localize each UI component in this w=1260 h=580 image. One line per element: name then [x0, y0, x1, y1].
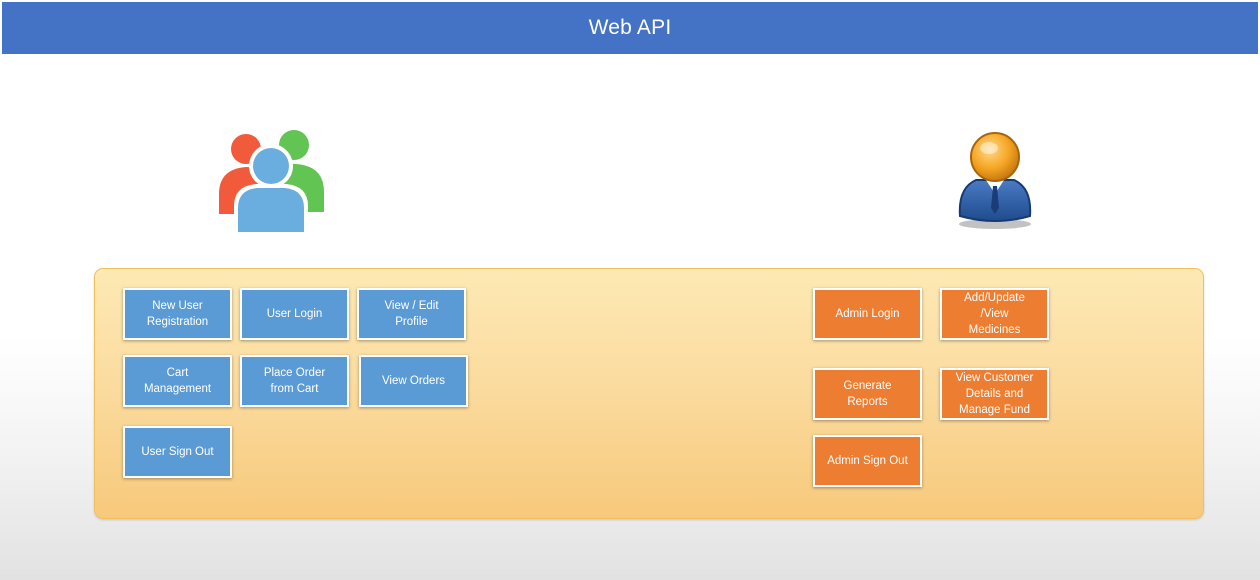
- blue-person-body: [238, 188, 304, 232]
- new-user-registration-label: New User Registration: [146, 300, 209, 328]
- view-edit-profile-button[interactable]: View / Edit Profile: [357, 288, 466, 340]
- view-customer-details-label: View Customer Details and Manage Fund: [955, 372, 1034, 416]
- admin-head: [970, 132, 1020, 182]
- generate-reports-button[interactable]: Generate Reports: [813, 368, 922, 420]
- manage-medicines-button[interactable]: Add/Update /View Medicines: [940, 288, 1049, 340]
- users-group-icon: [219, 130, 324, 236]
- page-title-text: Web API: [588, 16, 672, 39]
- user-login-button[interactable]: User Login: [240, 288, 349, 340]
- new-user-registration-button[interactable]: New User Registration: [123, 288, 232, 340]
- admin-login-label: Admin Login: [835, 308, 900, 320]
- user-login-label: User Login: [266, 308, 323, 320]
- admin-sign-out-label: Admin Sign Out: [827, 455, 908, 467]
- admin-head-highlight: [980, 142, 998, 154]
- cart-management-button[interactable]: Cart Management: [123, 355, 232, 407]
- view-edit-profile-label: View / Edit Profile: [384, 300, 439, 328]
- place-order-button[interactable]: Place Order from Cart: [240, 355, 349, 407]
- view-orders-label: View Orders: [381, 375, 446, 387]
- admin-login-button[interactable]: Admin Login: [813, 288, 922, 340]
- page-title: Web API: [2, 2, 1258, 54]
- user-sign-out-button[interactable]: User Sign Out: [123, 426, 232, 478]
- cart-management-label: Cart Management: [143, 367, 212, 395]
- generate-reports-label: Generate Reports: [843, 380, 892, 408]
- admin-user-icon: [958, 132, 1032, 229]
- place-order-label: Place Order from Cart: [263, 367, 326, 395]
- blue-person-head: [253, 148, 289, 184]
- admin-sign-out-button[interactable]: Admin Sign Out: [813, 435, 922, 487]
- view-orders-button[interactable]: View Orders: [359, 355, 468, 407]
- user-sign-out-label: User Sign Out: [141, 446, 214, 458]
- view-customer-details-button[interactable]: View Customer Details and Manage Fund: [940, 368, 1049, 420]
- manage-medicines-label: Add/Update /View Medicines: [964, 292, 1025, 336]
